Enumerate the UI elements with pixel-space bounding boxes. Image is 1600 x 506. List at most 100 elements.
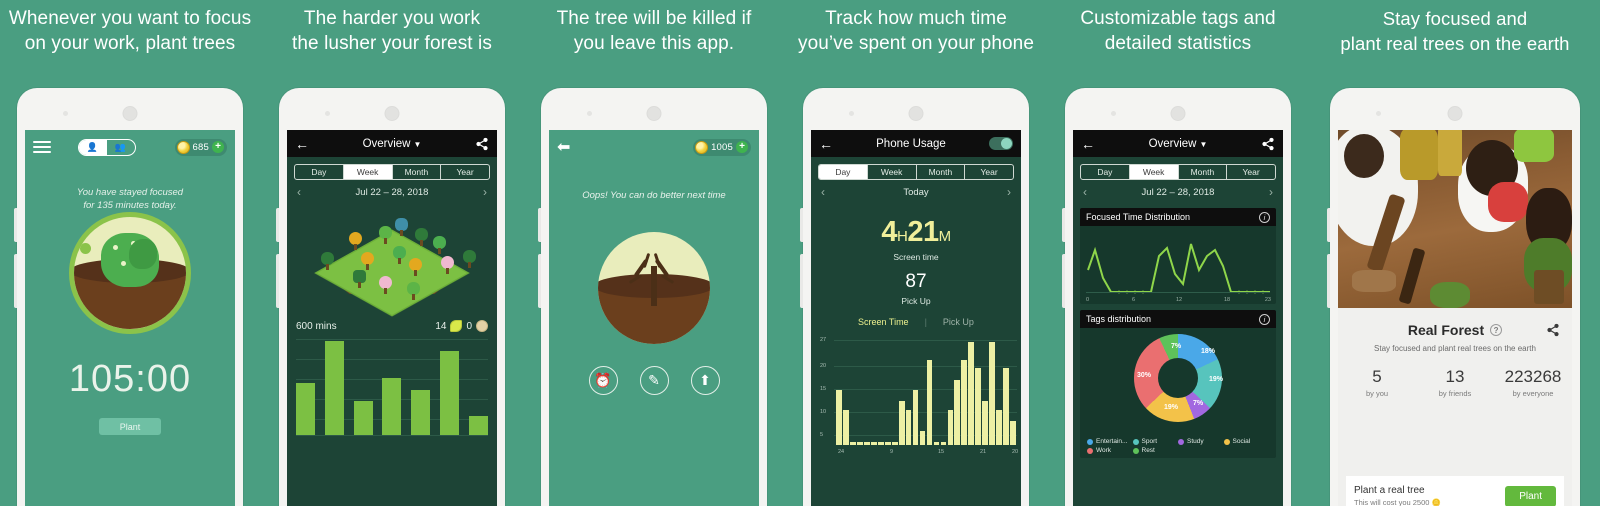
donut-label: 7% — [1171, 343, 1182, 350]
share-icon[interactable] — [1546, 323, 1560, 337]
info-icon[interactable]: i — [1259, 313, 1270, 325]
caption-line-2: you’ve spent on your phone — [797, 33, 1035, 54]
alarm-icon[interactable]: ⏰ — [588, 366, 618, 395]
period-tabs[interactable]: Day Week Month Year — [818, 164, 1014, 180]
focused-time-line-chart: 0 6 12 18 23 — [1080, 226, 1276, 304]
tab-year[interactable]: Year — [441, 165, 489, 179]
chevron-down-icon[interactable]: ▼ — [414, 140, 422, 149]
phone-screen: 👤 👥 685 + You have stayed focused for 13… — [25, 130, 235, 506]
screen-time-hours-unit: H — [897, 228, 908, 245]
front-camera-icon — [325, 111, 330, 116]
add-coins-icon[interactable]: + — [736, 141, 748, 153]
bar — [440, 351, 460, 435]
screen-title[interactable]: Overview ▼ — [309, 138, 475, 150]
help-icon[interactable]: ? — [1490, 324, 1503, 336]
share-icon[interactable] — [475, 137, 489, 151]
period-tabs[interactable]: Day Week Month Year — [1080, 164, 1276, 180]
forest-tree — [361, 252, 374, 270]
x-tick: 0 — [1086, 297, 1090, 303]
add-coins-icon[interactable]: + — [212, 141, 224, 153]
date-label: Today — [903, 186, 929, 198]
screen-time-caption: Screen time — [893, 252, 939, 262]
donut-label: 18% — [1201, 348, 1216, 355]
next-period-icon[interactable]: › — [483, 185, 487, 199]
home-button-icon — [1170, 106, 1186, 121]
phone-mockup: ← Overview ▼ Day Week Month Year ‹ Jul 2… — [276, 88, 505, 506]
total-minutes-label: 600 mins — [296, 320, 337, 332]
undo-arrow-icon[interactable]: ⬅ — [557, 137, 570, 157]
tab-day[interactable]: Day — [1081, 165, 1130, 179]
info-icon[interactable]: i — [1259, 211, 1270, 223]
period-tabs[interactable]: Day Week Month Year — [294, 164, 490, 180]
back-arrow-icon[interactable]: ← — [295, 137, 309, 151]
prev-period-icon[interactable]: ‹ — [821, 185, 825, 199]
tab-month[interactable]: Month — [917, 165, 966, 179]
tags-donut-chart: 18% 19% 7% 19% 30% 7% — [1080, 328, 1276, 436]
usage-subtabs[interactable]: Screen Time | Pick Up — [811, 317, 1021, 327]
isometric-forest[interactable] — [291, 204, 493, 316]
tab-week[interactable]: Week — [343, 165, 393, 179]
coin-balance[interactable]: 1005 + — [693, 138, 751, 156]
legend-swatch — [1178, 438, 1184, 445]
dead-tree-topbar: ⬅ 1005 + — [549, 130, 759, 164]
feature-panel-forest: The harder you work the lusher your fore… — [262, 0, 522, 506]
usage-tracking-toggle[interactable] — [989, 137, 1013, 150]
subtab-pick-up[interactable]: Pick Up — [943, 317, 974, 327]
prev-period-icon[interactable]: ‹ — [1083, 185, 1087, 199]
next-period-icon[interactable]: › — [1007, 185, 1011, 199]
forest-tree — [379, 226, 392, 244]
tab-day[interactable]: Day — [295, 165, 344, 179]
stat-by-everyone: 223268 by everyone — [1494, 367, 1572, 398]
legend-item: Sport — [1132, 438, 1179, 445]
share-icon[interactable]: ⬆ — [690, 366, 720, 395]
real-forest-subtitle: Stay focused and plant real trees on the… — [1374, 344, 1536, 353]
tab-week[interactable]: Week — [1129, 165, 1179, 179]
focus-message: You have stayed focused for 135 minutes … — [25, 186, 235, 212]
power-button — [1327, 254, 1330, 308]
panel-caption: Customizable tags and detailed statistic… — [1048, 0, 1308, 56]
coin-icon: 🪙 — [1431, 498, 1441, 506]
tab-month[interactable]: Month — [393, 165, 442, 179]
home-button-icon — [384, 106, 400, 121]
donut-label: 7% — [1193, 400, 1204, 407]
panel-caption: Stay focused and plant real trees on the… — [1310, 0, 1600, 56]
legend-item: Entertain... — [1087, 438, 1133, 445]
share-icon[interactable] — [1261, 137, 1275, 151]
prev-period-icon[interactable]: ‹ — [297, 185, 301, 199]
home-button-icon — [122, 106, 138, 121]
screen-title: Phone Usage — [876, 137, 946, 150]
tab-week[interactable]: Week — [868, 165, 917, 179]
date-navigator: ‹ Today › — [811, 180, 1021, 202]
donut-label: 30% — [1137, 372, 1152, 379]
back-arrow-icon[interactable]: ← — [819, 137, 833, 151]
tab-year[interactable]: Year — [1227, 165, 1275, 179]
edit-icon[interactable]: ✎ — [639, 366, 669, 395]
forest-tree — [415, 228, 428, 246]
subtab-screen-time[interactable]: Screen Time — [858, 317, 909, 327]
dead-tree-count: 0 — [466, 320, 472, 332]
tab-day[interactable]: Day — [819, 165, 868, 179]
tab-year[interactable]: Year — [965, 165, 1013, 179]
legend-item: Social — [1223, 438, 1270, 445]
together-mode-icon[interactable]: 👥 — [107, 140, 135, 155]
stat-by-you: 5 by you — [1338, 367, 1416, 398]
fail-message: Oops! You can do better next time — [582, 190, 726, 201]
x-tick: 15 — [938, 449, 945, 455]
screen-title[interactable]: Overview ▼ — [1095, 138, 1261, 150]
plant-button[interactable]: Plant — [99, 418, 161, 435]
progress-dot-icon — [80, 243, 91, 254]
tab-month[interactable]: Month — [1179, 165, 1228, 179]
plant-button[interactable]: Plant — [1505, 485, 1556, 506]
next-period-icon[interactable]: › — [1269, 185, 1273, 199]
healthy-tree-icon — [450, 320, 463, 332]
back-arrow-icon[interactable]: ← — [1081, 137, 1095, 151]
solo-mode-icon[interactable]: 👤 — [78, 139, 107, 155]
caption-line-1: Whenever you want to focus — [8, 8, 252, 29]
chevron-down-icon[interactable]: ▼ — [1200, 140, 1208, 149]
screen-title-label: Overview — [1148, 137, 1197, 150]
forest-tree — [433, 236, 446, 254]
solo-together-toggle[interactable]: 👤 👥 — [77, 138, 136, 156]
coin-balance[interactable]: 685 + — [174, 138, 227, 156]
menu-icon[interactable] — [33, 141, 51, 153]
legend-swatch — [1223, 438, 1230, 445]
